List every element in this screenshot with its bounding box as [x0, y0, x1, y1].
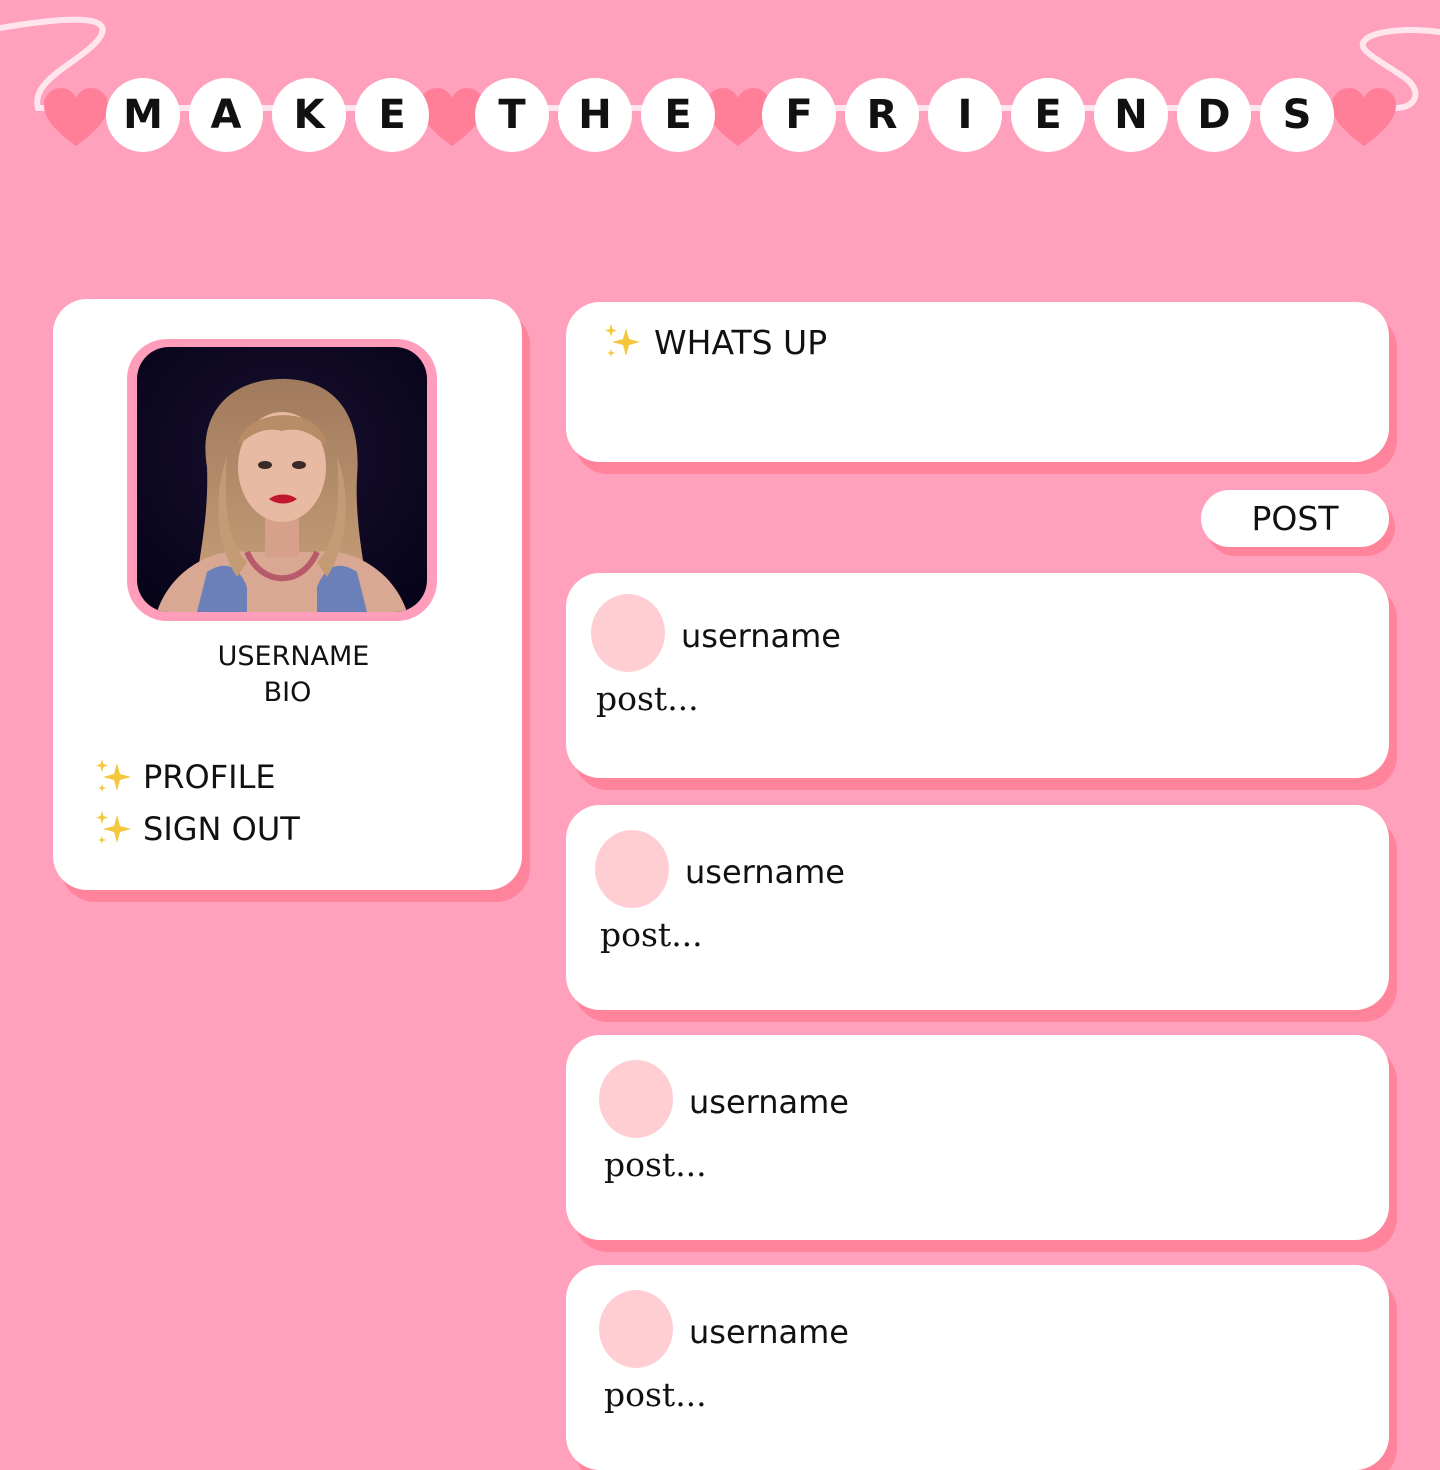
post-button[interactable]: POST: [1201, 490, 1389, 547]
title-bead: S: [1260, 78, 1334, 152]
post-composer[interactable]: WHATS UP: [566, 302, 1389, 462]
menu-item-profile[interactable]: PROFILE: [93, 757, 276, 797]
post-username[interactable]: username: [689, 1313, 849, 1351]
title-bead: H: [558, 78, 632, 152]
post-avatar[interactable]: [599, 1290, 673, 1368]
post-text: post...: [600, 915, 703, 954]
post-avatar[interactable]: [599, 1060, 673, 1138]
post-card[interactable]: username post...: [566, 1035, 1389, 1240]
title-bead: R: [845, 78, 919, 152]
post-text: post...: [604, 1145, 707, 1184]
menu-item-label: PROFILE: [143, 758, 276, 796]
title-bead: F: [762, 78, 836, 152]
post-avatar[interactable]: [591, 594, 665, 672]
post-card[interactable]: username post...: [566, 1265, 1389, 1470]
title-bead: E: [641, 78, 715, 152]
post-card[interactable]: username post...: [566, 573, 1389, 778]
whats-up-placeholder: WHATS UP: [654, 322, 828, 362]
bracelet-title: M A K E T H E F R I E N D S: [0, 0, 1440, 200]
post-avatar[interactable]: [595, 830, 669, 908]
post-username[interactable]: username: [689, 1083, 849, 1121]
site-header: M A K E T H E F R I E N D S: [0, 0, 1440, 200]
profile-avatar-frame: [127, 339, 437, 621]
title-bead: I: [928, 78, 1002, 152]
title-bead: A: [189, 78, 263, 152]
post-username[interactable]: username: [685, 853, 845, 891]
heart-icon: [44, 88, 108, 146]
title-bead: K: [272, 78, 346, 152]
heart-icon: [1332, 88, 1396, 146]
post-text: post...: [604, 1375, 707, 1414]
sparkles-icon: [605, 324, 640, 357]
profile-username: USERNAME: [217, 641, 370, 672]
title-bead: E: [355, 78, 429, 152]
title-bead: M: [106, 78, 180, 152]
title-bead: D: [1177, 78, 1251, 152]
post-card[interactable]: username post...: [566, 805, 1389, 1010]
sparkles-icon: [96, 759, 131, 792]
menu-item-sign-out[interactable]: SIGN OUT: [93, 809, 300, 849]
title-bead: E: [1011, 78, 1085, 152]
heart-icon: [706, 88, 770, 146]
menu-item-label: SIGN OUT: [143, 810, 300, 848]
profile-photo-image: [137, 347, 427, 612]
whats-up-input[interactable]: WHATS UP: [602, 322, 827, 362]
post-username[interactable]: username: [681, 617, 841, 655]
profile-photo[interactable]: [137, 347, 427, 612]
post-text: post...: [596, 679, 699, 718]
profile-bio: BIO: [263, 677, 312, 708]
title-bead: N: [1094, 78, 1168, 152]
sparkles-icon: [96, 811, 131, 844]
title-bead: T: [475, 78, 549, 152]
profile-card: USERNAME BIO PROFILE SIGN OUT: [53, 299, 522, 890]
